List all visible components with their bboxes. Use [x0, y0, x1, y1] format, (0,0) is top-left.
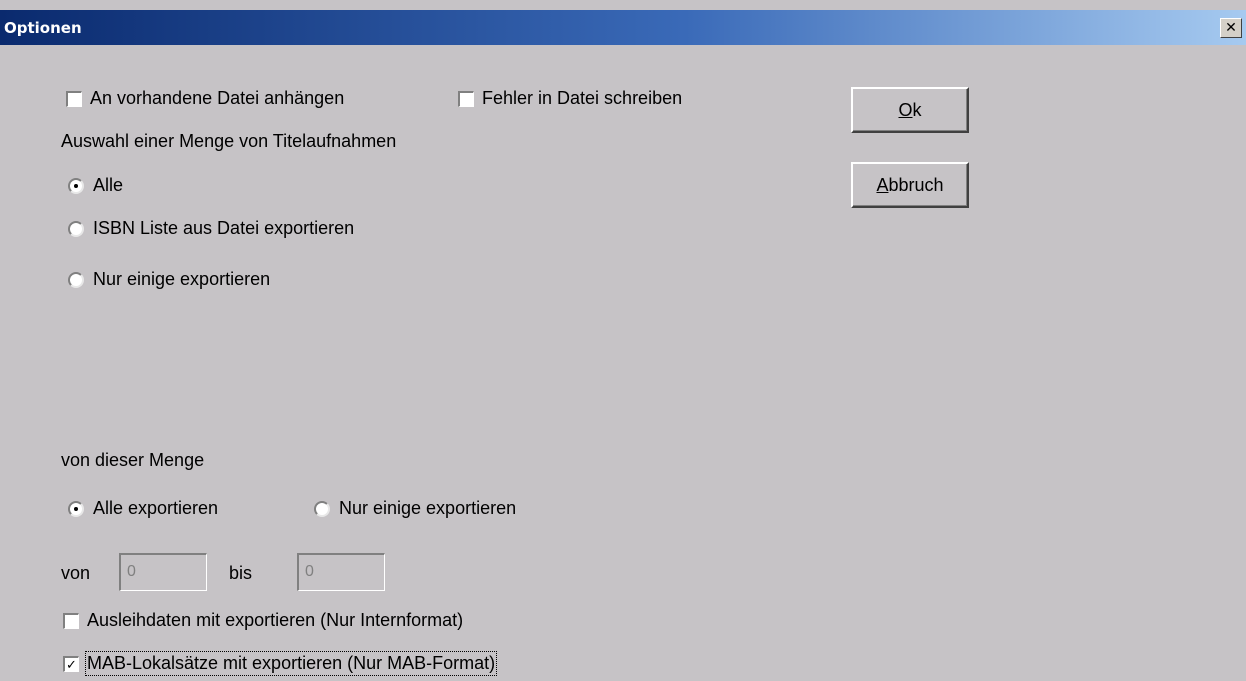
radio-export-all-circle[interactable]: [68, 500, 84, 517]
append-checkbox-box[interactable]: [66, 90, 82, 107]
loan-checkbox-label: Ausleihdaten mit exportieren (Nur Intern…: [87, 610, 464, 630]
ok-button[interactable]: Ok: [851, 87, 969, 133]
cancel-mnemonic: A: [876, 174, 889, 195]
mab-local-checkbox[interactable]: ✓ MAB-Lokalsätze mit exportieren (Nur MA…: [63, 651, 498, 676]
to-label: bis: [229, 563, 253, 583]
errors-checkbox-box[interactable]: [458, 90, 474, 107]
mab-checkbox-box[interactable]: ✓: [63, 655, 79, 672]
from-label: von: [61, 563, 91, 583]
radio-selected-dot: [74, 506, 78, 511]
to-input[interactable]: 0: [297, 553, 385, 591]
loan-data-checkbox[interactable]: Ausleihdaten mit exportieren (Nur Intern…: [63, 610, 463, 631]
radio-some-circle[interactable]: [68, 271, 84, 288]
radio-all[interactable]: Alle: [68, 175, 123, 196]
write-errors-checkbox[interactable]: Fehler in Datei schreiben: [458, 88, 682, 109]
radio-isbn-list[interactable]: ISBN Liste aus Datei exportieren: [68, 218, 354, 239]
mab-checkbox-label: MAB-Lokalsätze mit exportieren (Nur MAB-…: [84, 651, 498, 676]
loan-checkbox-box[interactable]: [63, 612, 79, 629]
cancel-button[interactable]: Abbruch: [851, 162, 969, 208]
ok-button-label: Ok: [898, 100, 921, 121]
radio-export-all-label: Alle exportieren: [93, 498, 219, 518]
radio-selected-dot: [74, 183, 78, 188]
radio-isbn-label: ISBN Liste aus Datei exportieren: [93, 218, 355, 238]
ok-mnemonic: O: [898, 99, 913, 120]
cancel-button-label: Abbruch: [876, 175, 943, 196]
selection-heading: Auswahl einer Menge von Titelaufnahmen: [61, 131, 397, 151]
radio-all-circle[interactable]: [68, 177, 84, 194]
title-bar[interactable]: Optionen ✕: [0, 10, 1246, 45]
radio-export-all[interactable]: Alle exportieren: [68, 498, 218, 519]
radio-export-some-circle[interactable]: [314, 500, 330, 517]
window-title: Optionen: [4, 19, 82, 37]
append-to-file-checkbox[interactable]: An vorhandene Datei anhängen: [66, 88, 344, 109]
close-icon: ✕: [1225, 20, 1237, 36]
radio-all-label: Alle: [93, 175, 124, 195]
close-button[interactable]: ✕: [1220, 18, 1242, 38]
cancel-label-rest: bbruch: [888, 174, 944, 195]
ok-label-rest: k: [912, 99, 922, 120]
radio-some-label: Nur einige exportieren: [93, 269, 271, 289]
subset-heading: von dieser Menge: [61, 450, 205, 470]
from-input[interactable]: 0: [119, 553, 207, 591]
errors-checkbox-label: Fehler in Datei schreiben: [482, 88, 683, 108]
check-icon: ✓: [66, 656, 77, 672]
radio-some[interactable]: Nur einige exportieren: [68, 269, 270, 290]
radio-export-some-label: Nur einige exportieren: [339, 498, 517, 518]
append-checkbox-label: An vorhandene Datei anhängen: [90, 88, 345, 108]
radio-isbn-circle[interactable]: [68, 220, 84, 237]
radio-export-some[interactable]: Nur einige exportieren: [314, 498, 516, 519]
